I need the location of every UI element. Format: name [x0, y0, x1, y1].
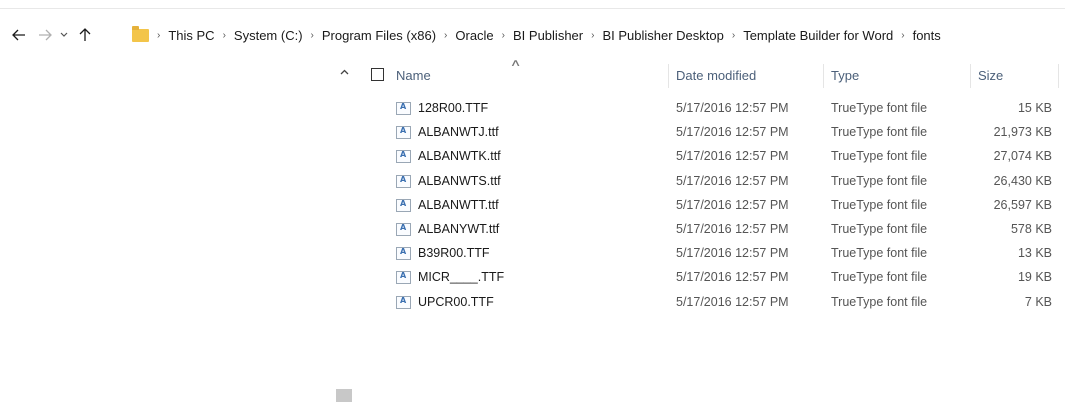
file-row[interactable]: UPCR00.TTF 5/17/2016 12:57 PM TrueType f…	[360, 290, 1065, 314]
arrow-up-icon[interactable]	[74, 18, 96, 52]
file-row[interactable]: ALBANWTK.ttf 5/17/2016 12:57 PM TrueType…	[360, 144, 1065, 168]
file-row[interactable]: ALBANYWT.ttf 5/17/2016 12:57 PM TrueType…	[360, 217, 1065, 241]
chevron-right-icon[interactable]: ›	[223, 30, 226, 41]
breadcrumb-program-files-x86[interactable]: Program Files (x86)	[322, 28, 436, 43]
file-date-modified: 5/17/2016 12:57 PM	[676, 173, 789, 188]
file-name[interactable]: ALBANYWT.ttf	[418, 222, 499, 236]
file-row[interactable]: MICR____.TTF 5/17/2016 12:57 PM TrueType…	[360, 265, 1065, 289]
column-header-row: Name Date modified Type Size	[360, 60, 1065, 90]
file-list: 128R00.TTF 5/17/2016 12:57 PM TrueType f…	[360, 96, 1065, 314]
font-file-icon	[396, 295, 411, 309]
file-row[interactable]: 128R00.TTF 5/17/2016 12:57 PM TrueType f…	[360, 96, 1065, 120]
column-divider[interactable]	[1058, 64, 1059, 88]
file-name[interactable]: ALBANWTJ.ttf	[418, 125, 499, 139]
file-size: 578 KB	[1010, 222, 1052, 237]
file-date-modified: 5/17/2016 12:57 PM	[676, 197, 789, 212]
file-type: TrueType font file	[831, 101, 928, 116]
file-type: TrueType font file	[831, 173, 928, 188]
file-date-modified: 5/17/2016 12:57 PM	[676, 222, 789, 237]
file-size: 13 KB	[1017, 246, 1052, 261]
file-row[interactable]: B39R00.TTF 5/17/2016 12:57 PM TrueType f…	[360, 241, 1065, 265]
file-type: TrueType font file	[831, 246, 928, 261]
file-name[interactable]: B39R00.TTF	[418, 246, 490, 260]
chevron-right-icon[interactable]: ›	[444, 30, 447, 41]
chevron-right-icon[interactable]: ›	[157, 30, 160, 41]
chevron-right-icon[interactable]: ›	[901, 30, 904, 41]
font-file-icon	[396, 222, 411, 236]
nav-pane-scrollbar[interactable]	[336, 389, 352, 402]
breadcrumb-template-builder[interactable]: Template Builder for Word	[743, 28, 893, 43]
file-type: TrueType font file	[831, 294, 928, 309]
breadcrumb-system-c[interactable]: System (C:)	[234, 28, 303, 43]
file-size: 19 KB	[1017, 270, 1052, 285]
chevron-right-icon[interactable]: ›	[502, 30, 505, 41]
folder-icon	[132, 25, 149, 42]
arrow-left-icon[interactable]	[8, 18, 30, 52]
chevron-right-icon[interactable]: ›	[591, 30, 594, 41]
file-name[interactable]: ALBANWTK.ttf	[418, 149, 501, 163]
file-date-modified: 5/17/2016 12:57 PM	[676, 125, 789, 140]
column-divider[interactable]	[970, 64, 971, 88]
file-type: TrueType font file	[831, 125, 928, 140]
window-top-border	[0, 8, 1065, 9]
file-size: 7 KB	[1024, 294, 1052, 309]
column-header-date-modified[interactable]: Date modified	[670, 60, 824, 90]
font-file-icon	[396, 174, 411, 188]
font-file-icon	[396, 102, 411, 115]
file-size: 26,430 KB	[993, 173, 1052, 188]
file-size: 15 KB	[1017, 101, 1052, 116]
file-date-modified: 5/17/2016 12:57 PM	[676, 246, 789, 261]
file-name[interactable]: ALBANWTS.ttf	[418, 174, 501, 188]
file-date-modified: 5/17/2016 12:57 PM	[676, 270, 789, 285]
font-file-icon	[396, 271, 411, 285]
file-type: TrueType font file	[831, 222, 928, 237]
column-divider[interactable]	[668, 64, 669, 88]
chevron-right-icon[interactable]: ›	[311, 30, 314, 41]
file-type: TrueType font file	[831, 149, 928, 164]
file-row[interactable]: ALBANWTS.ttf 5/17/2016 12:57 PM TrueType…	[360, 169, 1065, 193]
breadcrumb: › This PC › System (C:) › Program Files …	[120, 18, 941, 52]
file-name[interactable]: MICR____.TTF	[418, 270, 504, 284]
font-file-icon	[396, 150, 411, 164]
column-divider[interactable]	[823, 64, 824, 88]
file-date-modified: 5/17/2016 12:57 PM	[676, 101, 789, 116]
font-file-icon	[396, 126, 411, 140]
address-bar: › This PC › System (C:) › Program Files …	[0, 18, 1065, 52]
font-file-icon	[396, 247, 411, 261]
file-row[interactable]: ALBANWTT.ttf 5/17/2016 12:57 PM TrueType…	[360, 193, 1065, 217]
file-row[interactable]: ALBANWTJ.ttf 5/17/2016 12:57 PM TrueType…	[360, 120, 1065, 144]
file-size: 26,597 KB	[993, 197, 1052, 212]
file-name[interactable]: UPCR00.TTF	[418, 295, 494, 309]
file-name[interactable]: 128R00.TTF	[418, 101, 488, 115]
breadcrumb-fonts[interactable]: fonts	[913, 28, 941, 43]
select-all-checkbox[interactable]	[371, 68, 384, 81]
arrow-right-icon[interactable]	[34, 18, 56, 52]
file-name[interactable]: ALBANWTT.ttf	[418, 198, 499, 212]
file-date-modified: 5/17/2016 12:57 PM	[676, 294, 789, 309]
scroll-up-icon[interactable]	[336, 64, 352, 80]
chevron-down-icon[interactable]	[57, 18, 71, 52]
column-header-size[interactable]: Size	[972, 60, 1060, 90]
font-file-icon	[396, 198, 411, 212]
column-header-type[interactable]: Type	[825, 60, 971, 90]
breadcrumb-bi-publisher[interactable]: BI Publisher	[513, 28, 583, 43]
file-type: TrueType font file	[831, 197, 928, 212]
file-type: TrueType font file	[831, 270, 928, 285]
column-header-name[interactable]: Name	[390, 60, 667, 90]
breadcrumb-oracle[interactable]: Oracle	[455, 28, 493, 43]
breadcrumb-this-pc[interactable]: This PC	[168, 28, 214, 43]
file-size: 21,973 KB	[993, 125, 1052, 140]
file-date-modified: 5/17/2016 12:57 PM	[676, 149, 789, 164]
breadcrumb-bi-publisher-desktop[interactable]: BI Publisher Desktop	[602, 28, 723, 43]
chevron-right-icon[interactable]: ›	[732, 30, 735, 41]
file-size: 27,074 KB	[993, 149, 1052, 164]
